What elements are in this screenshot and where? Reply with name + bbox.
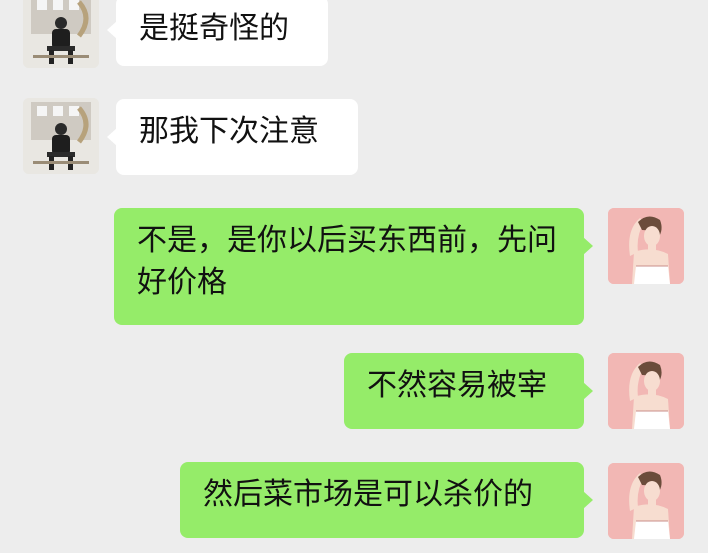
message-text: 是挺奇怪的 — [139, 11, 289, 46]
contact-avatar[interactable] — [23, 0, 99, 68]
my-avatar[interactable] — [608, 208, 684, 284]
woman-illustration-avatar-icon — [608, 208, 684, 284]
message-text: 然后菜市场是可以杀价的 — [203, 477, 533, 512]
woman-illustration-avatar-icon — [608, 463, 684, 539]
message-bubble-incoming[interactable]: 是挺奇怪的 — [107, 0, 328, 66]
person-photo-avatar-icon — [23, 0, 99, 68]
message-bubble-incoming[interactable]: 那我下次注意 — [107, 99, 358, 175]
my-avatar[interactable] — [608, 463, 684, 539]
woman-illustration-avatar-icon — [608, 353, 684, 429]
message-bubble-outgoing[interactable]: 不是，是你以后买东西前，先问好价格 — [114, 208, 593, 325]
message-bubble-outgoing[interactable]: 不然容易被宰 — [344, 353, 593, 429]
message-text: 不然容易被宰 — [367, 368, 547, 403]
person-photo-avatar-icon — [23, 98, 99, 174]
message-text: 那我下次注意 — [139, 114, 319, 149]
message-bubble-outgoing[interactable]: 然后菜市场是可以杀价的 — [180, 462, 593, 538]
contact-avatar[interactable] — [23, 98, 99, 174]
my-avatar[interactable] — [608, 353, 684, 429]
message-text: 不是，是你以后买东西前，先问好价格 — [137, 223, 557, 300]
